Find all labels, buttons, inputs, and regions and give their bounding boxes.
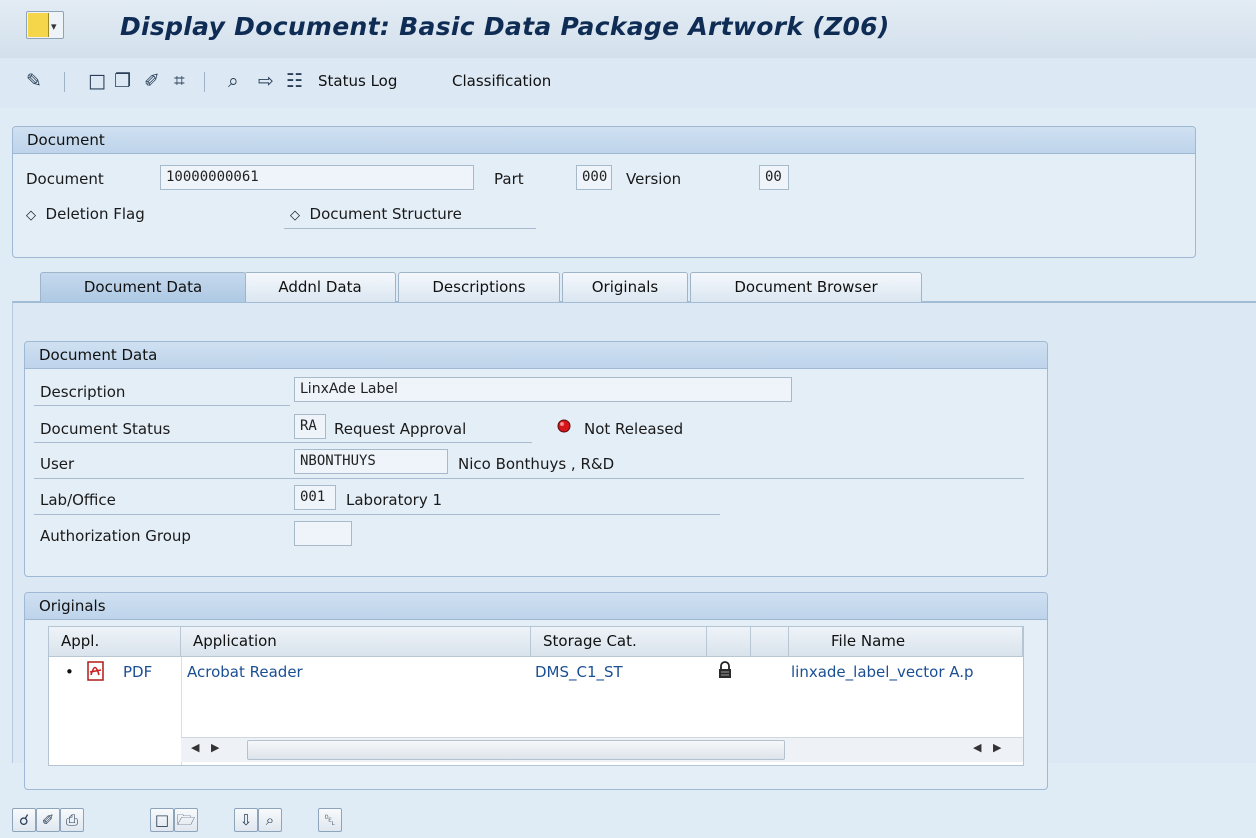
divider xyxy=(34,478,1024,479)
tab-addnl-data[interactable]: Addnl Data xyxy=(244,272,396,302)
row-storage-cat[interactable]: DMS_C1_ST xyxy=(535,663,623,681)
lab-office-text: Laboratory 1 xyxy=(346,491,443,509)
document-structure-option[interactable]: ◇ Document Structure xyxy=(290,205,462,223)
column-header-storage-cat[interactable]: Storage Cat. xyxy=(531,627,707,657)
classification-button[interactable]: Classification xyxy=(452,72,551,90)
version-field[interactable]: 00 xyxy=(759,165,789,190)
divider xyxy=(34,442,532,443)
user-label: User xyxy=(40,455,75,473)
application-toolbar xyxy=(0,58,1256,108)
divider xyxy=(34,405,290,406)
document-number-field[interactable]: 10000000061 xyxy=(160,165,474,190)
horizontal-scrollbar-right[interactable] xyxy=(789,737,1023,762)
document-status-label: Document Status xyxy=(40,420,171,438)
status-log-button[interactable]: Status Log xyxy=(318,72,397,90)
originals-header: Originals xyxy=(25,593,1047,620)
new-original-icon[interactable]: □ xyxy=(150,808,174,832)
check-in-icon[interactable]: ⇩ xyxy=(234,808,258,832)
document-group-header: Document xyxy=(13,127,1195,154)
toolbar-separator xyxy=(204,72,205,92)
tab-originals[interactable]: Originals xyxy=(562,272,688,302)
status-red-light-icon xyxy=(556,418,572,434)
scroll-left-icon[interactable]: ◀ xyxy=(973,741,981,754)
deletion-flag-option[interactable]: ◇ Deletion Flag xyxy=(26,205,145,223)
tab-descriptions[interactable]: Descriptions xyxy=(398,272,560,302)
edit-icon[interactable]: ✐ xyxy=(144,70,160,92)
row-appl: PDF xyxy=(123,663,153,681)
find-icon[interactable]: ⌗ xyxy=(174,70,185,92)
authorization-group-field[interactable] xyxy=(294,521,352,546)
document-status-text: Request Approval xyxy=(334,420,467,438)
row-application[interactable]: Acrobat Reader xyxy=(187,663,303,681)
copy-icon[interactable]: ❐ xyxy=(114,70,131,92)
column-header-appl[interactable]: Appl. xyxy=(49,627,181,657)
diamond-icon: ◇ xyxy=(290,208,300,223)
deletion-flag-label: Deletion Flag xyxy=(45,205,145,223)
edit-original-icon[interactable]: ✐ xyxy=(36,808,60,832)
scroll-thumb[interactable] xyxy=(247,740,785,760)
pdf-file-icon xyxy=(87,661,105,681)
window-title: Display Document: Basic Data Package Art… xyxy=(120,12,890,41)
document-group: Document xyxy=(12,126,1196,258)
navigate-icon[interactable]: ⇨ xyxy=(258,70,274,92)
column-header-lock[interactable] xyxy=(707,627,751,657)
column-header-file-name[interactable]: File Name xyxy=(789,627,1023,657)
row-bullet: • xyxy=(65,663,74,681)
view-original-icon[interactable]: ☌ xyxy=(12,808,36,832)
tab-document-data[interactable]: Document Data xyxy=(40,272,246,302)
hierarchy-icon[interactable]: ☷ xyxy=(286,70,303,92)
delete-icon[interactable]: ␡ xyxy=(318,808,342,832)
document-status-code-field[interactable]: RA xyxy=(294,414,326,439)
display-object-links-icon[interactable]: ⌕ xyxy=(228,70,239,92)
document-data-header: Document Data xyxy=(25,342,1047,369)
other-object-icon[interactable]: ✎ xyxy=(26,70,42,92)
row-file-name[interactable]: linxade_label_vector A.p xyxy=(791,663,1021,681)
divider xyxy=(34,514,720,515)
sap-menu-icon[interactable]: ▾ xyxy=(26,11,64,39)
part-label: Part xyxy=(494,170,524,188)
lock-icon xyxy=(717,661,733,679)
divider xyxy=(284,228,536,229)
lab-office-code-field[interactable]: 001 xyxy=(294,485,336,510)
tab-document-browser[interactable]: Document Browser xyxy=(690,272,922,302)
column-header-blank[interactable] xyxy=(751,627,789,657)
scroll-right-icon[interactable]: ▶ xyxy=(211,741,219,754)
toolbar-separator xyxy=(64,72,65,92)
originals-table: Appl. Application Storage Cat. File Name… xyxy=(48,626,1024,766)
description-field[interactable]: LinxAde Label xyxy=(294,377,792,402)
user-field[interactable]: NBONTHUYS xyxy=(294,449,448,474)
display-details-icon[interactable]: ⌕ xyxy=(258,808,282,832)
create-icon[interactable]: □ xyxy=(88,70,106,92)
version-label: Version xyxy=(626,170,682,188)
document-label: Document xyxy=(26,170,104,188)
part-field[interactable]: 000 xyxy=(576,165,612,190)
scroll-right-icon[interactable]: ▶ xyxy=(993,741,1001,754)
scroll-left-icon[interactable]: ◀ xyxy=(191,741,199,754)
column-header-application[interactable]: Application xyxy=(181,627,531,657)
document-structure-label: Document Structure xyxy=(309,205,462,223)
print-icon[interactable]: ⎙ xyxy=(60,808,84,832)
diamond-icon: ◇ xyxy=(26,208,36,223)
release-status-text: Not Released xyxy=(584,420,684,438)
lab-office-label: Lab/Office xyxy=(40,491,116,509)
open-folder-icon[interactable]: 🗁 xyxy=(174,808,198,832)
description-label: Description xyxy=(40,383,126,401)
user-name-text: Nico Bonthuys , R&D xyxy=(458,455,615,473)
authorization-group-label: Authorization Group xyxy=(40,527,191,545)
